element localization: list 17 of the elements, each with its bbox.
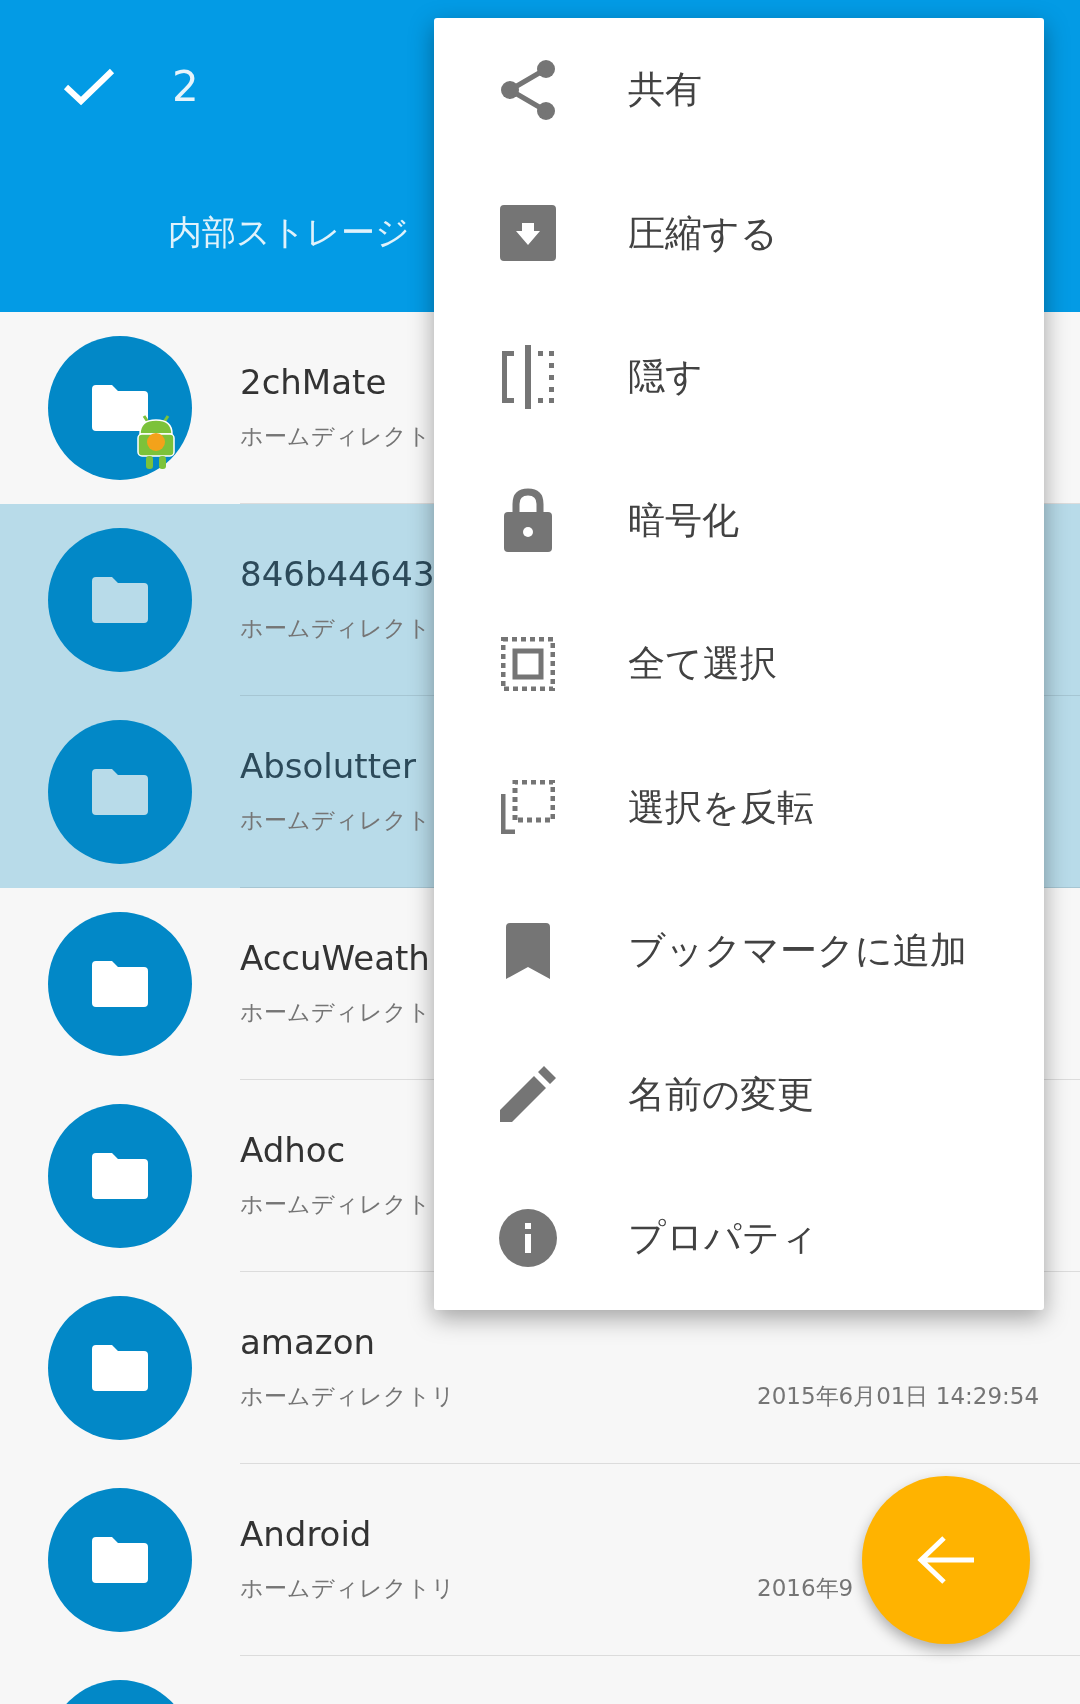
file-name: Absolutter [240, 748, 416, 786]
file-location: ホームディレクト [240, 423, 431, 451]
file-date: 2016年9 [757, 1575, 854, 1603]
file-location: ホームディレクトリ [240, 1575, 455, 1603]
file-name: Adhoc [240, 1132, 346, 1170]
selection-count: 2 [172, 66, 199, 108]
file-name: 846b44643 [240, 556, 435, 594]
file-date: 2015年6月01日 14:29:54 [757, 1383, 1040, 1411]
file-location: ホームディレクト [240, 1191, 431, 1219]
file-name: 2chMate [240, 364, 387, 402]
file-name: amazon [240, 1324, 375, 1362]
file-location: ホームディレクト [240, 807, 431, 835]
file-location: ホームディレクト [240, 615, 431, 643]
file-name: AccuWeath [240, 940, 430, 978]
file-name: Android [240, 1516, 372, 1554]
file-location: ホームディレクトリ [240, 1383, 455, 1411]
file-location: ホームディレクト [240, 999, 431, 1027]
